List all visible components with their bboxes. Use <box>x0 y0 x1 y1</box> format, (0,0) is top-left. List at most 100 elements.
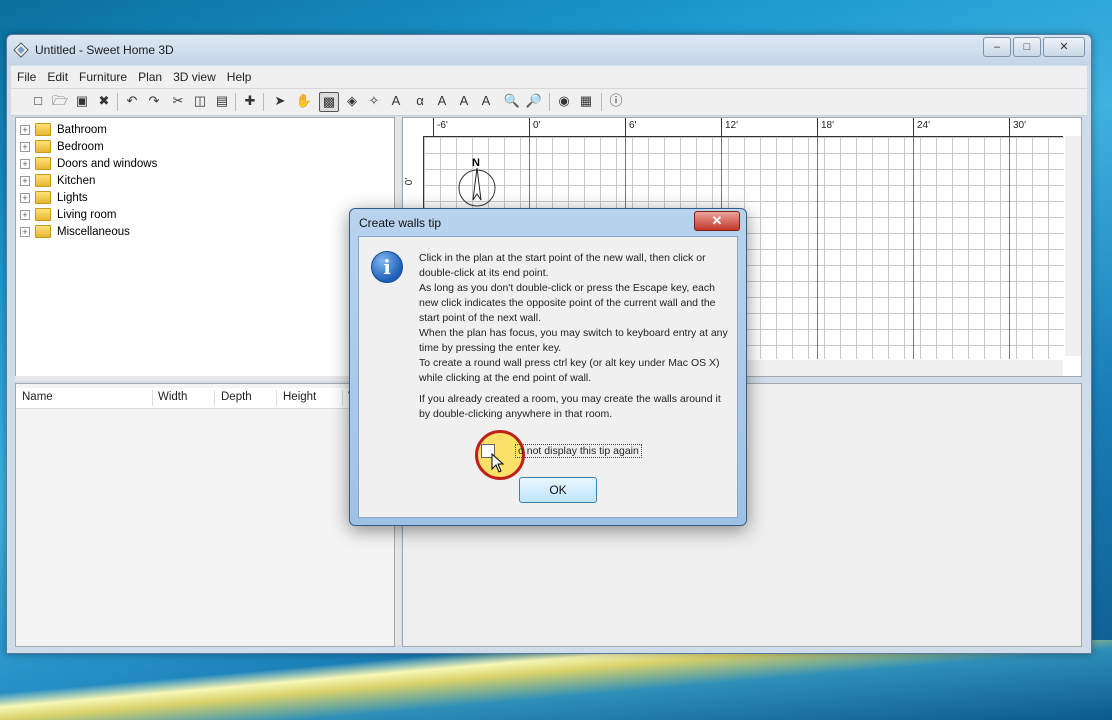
create-walls-icon[interactable]: ▩ <box>319 92 339 112</box>
ruler-label: 0' <box>533 120 541 131</box>
column-depth[interactable]: Depth <box>221 391 252 403</box>
ruler-tick <box>625 118 626 136</box>
paste-icon[interactable]: ▤ <box>213 92 231 110</box>
toolbar-separator <box>235 93 236 111</box>
tip-paragraph: As long as you don't double-click or pre… <box>419 282 716 324</box>
ruler-label: 12' <box>725 120 739 131</box>
grid-major-line <box>913 137 914 359</box>
catalog-item-doors-and-windows[interactable]: + Doors and windows <box>20 155 157 172</box>
column-divider[interactable] <box>342 390 343 406</box>
toolbar-separator <box>549 93 550 111</box>
dialog-body: i Click in the plan at the start point o… <box>358 236 738 518</box>
column-divider[interactable] <box>276 390 277 406</box>
toolbar: □ 🗁 ▣ ✖ ↶ ↷ ✂ ◫ ▤ ✚ ➤ ✋ ▩ ◈ ✧ A α A A A … <box>11 89 1087 116</box>
catalog-item-miscellaneous[interactable]: + Miscellaneous <box>20 223 130 240</box>
mouse-cursor-icon <box>491 453 505 473</box>
pan-icon[interactable]: ✋ <box>295 92 313 110</box>
catalog-item-bathroom[interactable]: + Bathroom <box>20 121 107 138</box>
help-icon[interactable]: ⓘ <box>607 92 625 110</box>
column-width[interactable]: Width <box>158 391 187 403</box>
compass-label: N <box>472 157 480 169</box>
tip-paragraph: Click in the plan at the start point of … <box>419 252 706 279</box>
ruler-label: 24' <box>917 120 931 131</box>
menu-file[interactable]: File <box>11 66 41 84</box>
menu-edit[interactable]: Edit <box>41 66 73 84</box>
menu-plan[interactable]: Plan <box>132 66 167 84</box>
ruler-label: 6' <box>629 120 637 131</box>
column-divider[interactable] <box>214 390 215 406</box>
ruler-label: 30' <box>1013 120 1027 131</box>
expand-icon[interactable]: + <box>20 175 30 186</box>
zoom-out-icon[interactable]: 🔎 <box>525 92 543 110</box>
undo-icon[interactable]: ↶ <box>123 92 141 110</box>
dialog-close-button[interactable]: ✕ <box>694 211 740 231</box>
expand-icon[interactable]: + <box>20 158 30 169</box>
expand-icon[interactable]: + <box>20 141 30 152</box>
ok-button[interactable]: OK <box>519 477 597 503</box>
column-divider[interactable] <box>152 390 153 406</box>
video-icon[interactable]: ▦ <box>577 92 595 110</box>
tip-paragraph: If you already created a room, you may c… <box>419 393 721 420</box>
copy-icon[interactable]: ◫ <box>191 92 209 110</box>
select-icon[interactable]: ➤ <box>271 92 289 110</box>
add-furniture-icon[interactable]: ✚ <box>241 92 259 110</box>
catalog-item-bedroom[interactable]: + Bedroom <box>20 138 104 155</box>
photo-icon[interactable]: ◉ <box>555 92 573 110</box>
expand-icon[interactable]: + <box>20 124 30 135</box>
column-height[interactable]: Height <box>283 391 316 403</box>
catalog-item-living-room[interactable]: + Living room <box>20 206 116 223</box>
expand-icon[interactable]: + <box>20 209 30 220</box>
expand-icon[interactable]: + <box>20 226 30 237</box>
dont-show-again-row[interactable]: o not display this tip again <box>481 443 642 459</box>
toolbar-separator <box>263 93 264 111</box>
furniture-catalog[interactable]: + Bathroom + Bedroom + Doors and windows… <box>15 117 395 377</box>
table-header: Name Width Depth Height V <box>16 388 394 409</box>
catalog-item-label: Kitchen <box>57 174 96 187</box>
top-ruler: -6' 0' 6' 12' 18' 24' 30' <box>423 118 1063 137</box>
italic-icon[interactable]: A <box>477 92 495 110</box>
toolbar-separator <box>601 93 602 111</box>
tip-text: Click in the plan at the start point of … <box>419 251 731 422</box>
tip-paragraph: When the plan has focus, you may switch … <box>419 327 728 354</box>
cut-preferences-icon[interactable]: ✖ <box>95 92 113 110</box>
folder-icon <box>35 174 51 187</box>
tip-paragraph: To create a round wall press ctrl key (o… <box>419 357 720 384</box>
close-button[interactable]: ✕ <box>1043 37 1085 57</box>
expand-icon[interactable]: + <box>20 192 30 203</box>
compass-icon[interactable]: N <box>451 156 503 208</box>
plan-vertical-scrollbar[interactable] <box>1065 136 1081 356</box>
catalog-item-label: Living room <box>57 208 117 221</box>
bold-icon[interactable]: A <box>455 92 473 110</box>
dont-show-again-label[interactable]: o not display this tip again <box>515 444 642 458</box>
ruler-tick <box>1009 118 1010 136</box>
folder-icon <box>35 123 51 136</box>
catalog-item-lights[interactable]: + Lights <box>20 189 88 206</box>
maximize-button[interactable]: □ <box>1013 37 1041 57</box>
minimize-button[interactable]: ‒ <box>983 37 1011 57</box>
open-icon[interactable]: 🗁 <box>51 92 69 110</box>
text-style-icon[interactable]: α <box>411 92 429 110</box>
menu-furniture[interactable]: Furniture <box>73 66 132 84</box>
furniture-table[interactable]: Name Width Depth Height V <box>15 383 395 647</box>
menu-help[interactable]: Help <box>221 66 257 84</box>
create-rooms-icon[interactable]: ◈ <box>343 92 361 110</box>
zoom-in-icon[interactable]: 🔍 <box>503 92 521 110</box>
grid-major-line <box>1009 137 1010 359</box>
catalog-item-kitchen[interactable]: + Kitchen <box>20 172 95 189</box>
redo-icon[interactable]: ↷ <box>145 92 163 110</box>
cut-icon[interactable]: ✂ <box>169 92 187 110</box>
catalog-splitter[interactable] <box>15 376 393 381</box>
create-dimensions-icon[interactable]: ✧ <box>365 92 383 110</box>
title-bar[interactable]: Untitled - Sweet Home 3D ‒ □ ✕ <box>7 35 1091 65</box>
ruler-tick <box>817 118 818 136</box>
ruler-label: 18' <box>821 120 835 131</box>
folder-icon <box>35 225 51 238</box>
text-increase-icon[interactable]: A <box>433 92 451 110</box>
catalog-item-label: Doors and windows <box>57 157 158 170</box>
ruler-tick <box>913 118 914 136</box>
column-name[interactable]: Name <box>22 391 53 403</box>
save-icon[interactable]: ▣ <box>73 92 91 110</box>
menu-3d-view[interactable]: 3D view <box>167 66 221 84</box>
add-text-icon[interactable]: A <box>387 92 405 110</box>
new-icon[interactable]: □ <box>29 92 47 110</box>
